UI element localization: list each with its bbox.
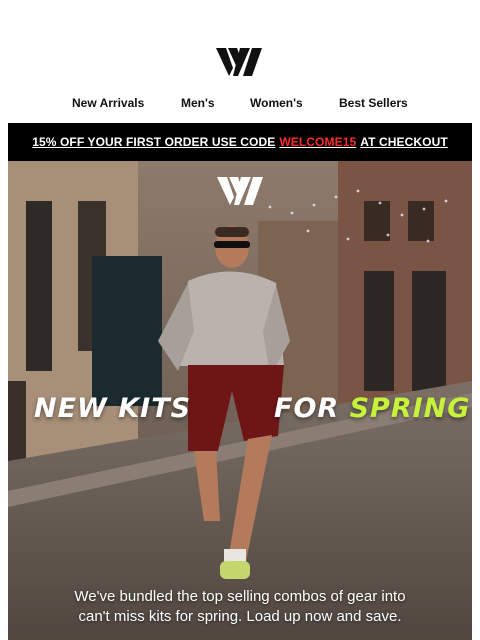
hero-headline-for: FOR [274,393,340,424]
hero-headline-left: NEW KITS [34,393,192,424]
hero-body-line-1: We've bundled the top selling combos of … [74,588,406,605]
nav-item-womens[interactable]: Women's [250,96,303,110]
nav-item-new-arrivals[interactable]: New Arrivals [72,96,144,110]
promo-code: WELCOME15 [279,135,357,149]
main-nav: New Arrivals Men's Women's Best Sellers [0,96,480,114]
hero-headline-spring: SPRING [349,393,471,424]
promo-suffix: AT CHECKOUT [360,135,448,149]
hero-headline-right: FOR SPRING [274,393,470,424]
promo-banner[interactable]: 15% OFF YOUR FIRST ORDER USE CODE WELCOM… [8,123,472,161]
hero-brand-logo-icon [217,177,263,205]
hero-banner[interactable]: NEW KITS FOR SPRING We've bundled the to… [8,161,472,640]
nav-item-best-sellers[interactable]: Best Sellers [339,96,408,110]
hero-body-line-2: can't miss kits for spring. Load up now … [78,608,402,625]
nav-item-mens[interactable]: Men's [181,96,215,110]
email-header [0,0,480,90]
brand-vw-logo-icon [216,48,262,76]
hero-body-copy: We've bundled the top selling combos of … [8,587,472,627]
promo-prefix: 15% OFF YOUR FIRST ORDER USE CODE [32,135,276,149]
